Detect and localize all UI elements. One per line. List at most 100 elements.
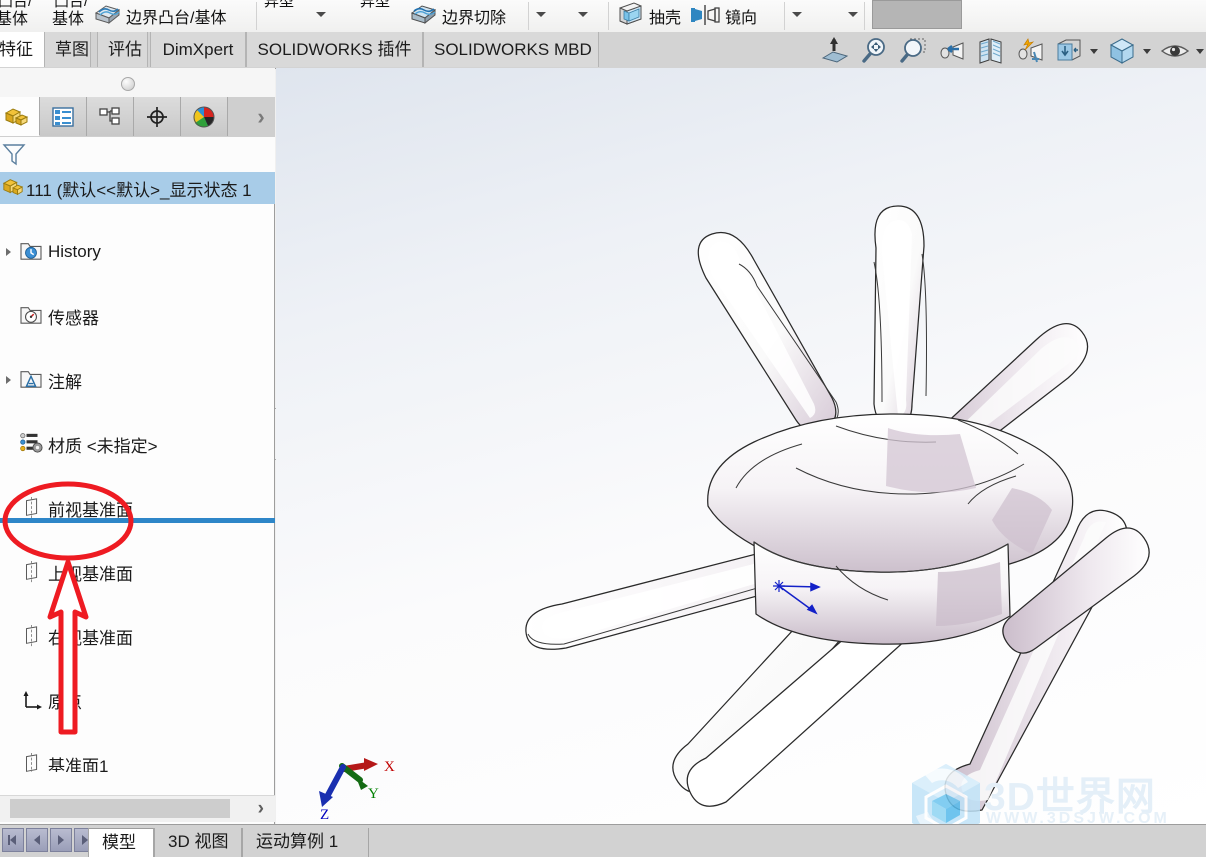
solidworks-window: 凸台/ 基体 凸台/ 基体 边界凸台/基体 异型: [0, 0, 1206, 857]
bottom-tab-3d-views[interactable]: 3D 视图: [154, 828, 242, 857]
next-sheet-icon: [58, 835, 64, 845]
section-cut-icon[interactable]: [976, 36, 1006, 66]
tab-evaluate[interactable]: 评估: [97, 32, 148, 67]
shell-icon: [616, 1, 644, 30]
hide-show-items-icon[interactable]: [1160, 36, 1190, 66]
tree-item-history[interactable]: History: [0, 236, 275, 268]
more-tabs-button[interactable]: ›: [249, 101, 273, 132]
tree-item-annotations-label: 注解: [48, 372, 82, 392]
ribbon-separator-1: [256, 2, 257, 30]
display-manager-sphere-icon: [193, 106, 215, 127]
feature-manager-tab-strip: ›: [0, 97, 275, 138]
zoom-to-fit-icon[interactable]: [859, 36, 889, 66]
chevron-down-icon: [536, 11, 546, 17]
bottom-tab-model[interactable]: 模型: [88, 828, 154, 857]
next-sheet-button[interactable]: [50, 828, 72, 852]
view-settings-caret-icon[interactable]: [1090, 48, 1098, 54]
expand-arrow-icon[interactable]: [2, 245, 16, 259]
rollback-bar[interactable]: [0, 518, 275, 523]
tree-item-sensors[interactable]: 传感器: [0, 300, 275, 332]
tab-solidworks-mbd[interactable]: SOLIDWORKS MBD: [423, 32, 599, 67]
part-icon: [2, 176, 24, 198]
first-sheet-button[interactable]: [2, 828, 24, 852]
feature-tree-horizontal-scrollbar[interactable]: ›: [0, 795, 275, 822]
tree-item-part-root[interactable]: 111 (默认<<默认>_显示状态 1: [0, 172, 275, 204]
plane-icon: [22, 561, 44, 583]
triad-y-label: Y: [368, 786, 379, 802]
tree-item-plane1-label: 基准面1: [48, 756, 109, 773]
ribbon-feature-dropdown[interactable]: [578, 0, 588, 32]
ribbon-boundary-cut-label: 边界切除: [442, 10, 507, 27]
first-sheet-icon: [8, 835, 16, 845]
dimxpert-target-icon: [147, 106, 167, 127]
bottom-tab-motion-study[interactable]: 运动算例 1: [242, 828, 369, 857]
ribbon-boundary-boss-base[interactable]: 边界凸台/基体: [92, 0, 226, 32]
ribbon-boss-base-1[interactable]: 凸台/ 基体: [0, 0, 32, 32]
ribbon-separator-5: [864, 2, 865, 30]
tree-item-right-plane[interactable]: 右视基准面: [0, 620, 275, 652]
tree-item-material[interactable]: 材质 <未指定>: [0, 428, 275, 460]
ribbon-boss-base-1-label: 基体: [0, 11, 29, 28]
tree-item-front-plane-label: 前视基准面: [48, 500, 133, 520]
tree-item-material-label: 材质 <未指定>: [48, 436, 158, 456]
ribbon-boss-base-2-cut-label: 凸台/: [54, 0, 89, 10]
ribbon-shell-dropdown[interactable]: [792, 0, 802, 32]
view-settings-icon[interactable]: [1054, 36, 1084, 66]
display-manager-tab[interactable]: [181, 97, 228, 136]
feature-tree-filter-bar[interactable]: [0, 137, 275, 173]
ribbon-shell[interactable]: 抽壳: [616, 0, 681, 32]
previous-sheet-button[interactable]: [26, 828, 48, 852]
apply-scene-icon[interactable]: [1015, 36, 1045, 66]
ribbon-toolbar: 凸台/ 基体 凸台/ 基体 边界凸台/基体 异型: [0, 0, 1206, 33]
ribbon-boundary-boss-base-label: 边界凸台/基体: [126, 10, 227, 27]
dimxpert-manager-tab[interactable]: [134, 97, 181, 136]
tree-item-origin[interactable]: 原点: [0, 684, 275, 716]
triad-z-label: Z: [320, 807, 329, 823]
expand-arrow-icon[interactable]: [2, 373, 16, 387]
scrollbar-thumb[interactable]: [10, 799, 230, 818]
tab-sketch[interactable]: 草图: [44, 32, 91, 67]
tree-item-annotations[interactable]: 注解: [0, 364, 275, 396]
tab-features[interactable]: 特征: [0, 32, 46, 67]
hide-show-items-caret-icon[interactable]: [1196, 48, 1204, 54]
graphics-area[interactable]: X Y Z 3D世界网 WWW.3DSJW.COM: [276, 68, 1206, 824]
heads-up-view-toolbar: [820, 34, 1204, 68]
ribbon-collapsed-group[interactable]: [872, 0, 962, 29]
configuration-manager-tab[interactable]: [87, 97, 134, 136]
ribbon-boss-base-2-label: 基体: [52, 11, 85, 28]
view-orientation-icon[interactable]: [937, 36, 967, 66]
tab-dimxpert[interactable]: DimXpert: [150, 32, 246, 67]
material-icon: [20, 432, 43, 454]
plane-icon: [22, 625, 44, 647]
ribbon-boundary-cut[interactable]: 边界切除: [408, 0, 506, 32]
bottom-tab-bar: 模型 3D 视图 运动算例 1: [0, 824, 1206, 857]
zoom-to-area-icon[interactable]: [898, 36, 928, 66]
ribbon-mirror-dropdown[interactable]: [848, 0, 858, 32]
section-view-icon[interactable]: [820, 36, 850, 66]
auto-show-pin-icon[interactable]: [121, 77, 135, 91]
tab-solidworks-addins[interactable]: SOLIDWORKS 插件: [246, 32, 423, 67]
tree-item-plane1[interactable]: 基准面1: [0, 748, 275, 772]
tree-item-top-plane[interactable]: 上视基准面: [0, 556, 275, 588]
ribbon-hole-wizard-1-dropdown[interactable]: [316, 0, 326, 32]
scroll-right-arrow-icon[interactable]: ›: [258, 799, 264, 818]
ribbon-boss-base-2[interactable]: 凸台/ 基体: [48, 0, 88, 32]
feature-manager-panel: › 111 (默认<<默认>_显示状态 1 History 传感器 注解 材质 …: [0, 68, 275, 824]
tree-item-history-label: History: [48, 242, 101, 261]
previous-sheet-icon: [34, 835, 40, 845]
history-folder-icon: [20, 241, 42, 263]
feature-manager-pin-row: [0, 68, 275, 98]
ribbon-cut-dropdown[interactable]: [536, 0, 546, 32]
boundary-boss-base-icon: [92, 1, 122, 30]
ribbon-mirror-label: 镜向: [725, 10, 758, 27]
ribbon-mirror[interactable]: 镜向: [690, 0, 757, 32]
chevron-down-icon: [848, 11, 858, 17]
feature-manager-tree-tab[interactable]: [0, 97, 40, 136]
sheet-nav-buttons: [2, 828, 96, 852]
display-style-icon[interactable]: [1107, 36, 1137, 66]
feature-tree: 111 (默认<<默认>_显示状态 1 History 传感器 注解 材质 <未…: [0, 172, 275, 772]
property-manager-tab[interactable]: [40, 97, 87, 136]
display-style-caret-icon[interactable]: [1143, 48, 1151, 54]
tree-item-sensors-label: 传感器: [48, 308, 99, 328]
sensors-folder-icon: [20, 305, 42, 327]
